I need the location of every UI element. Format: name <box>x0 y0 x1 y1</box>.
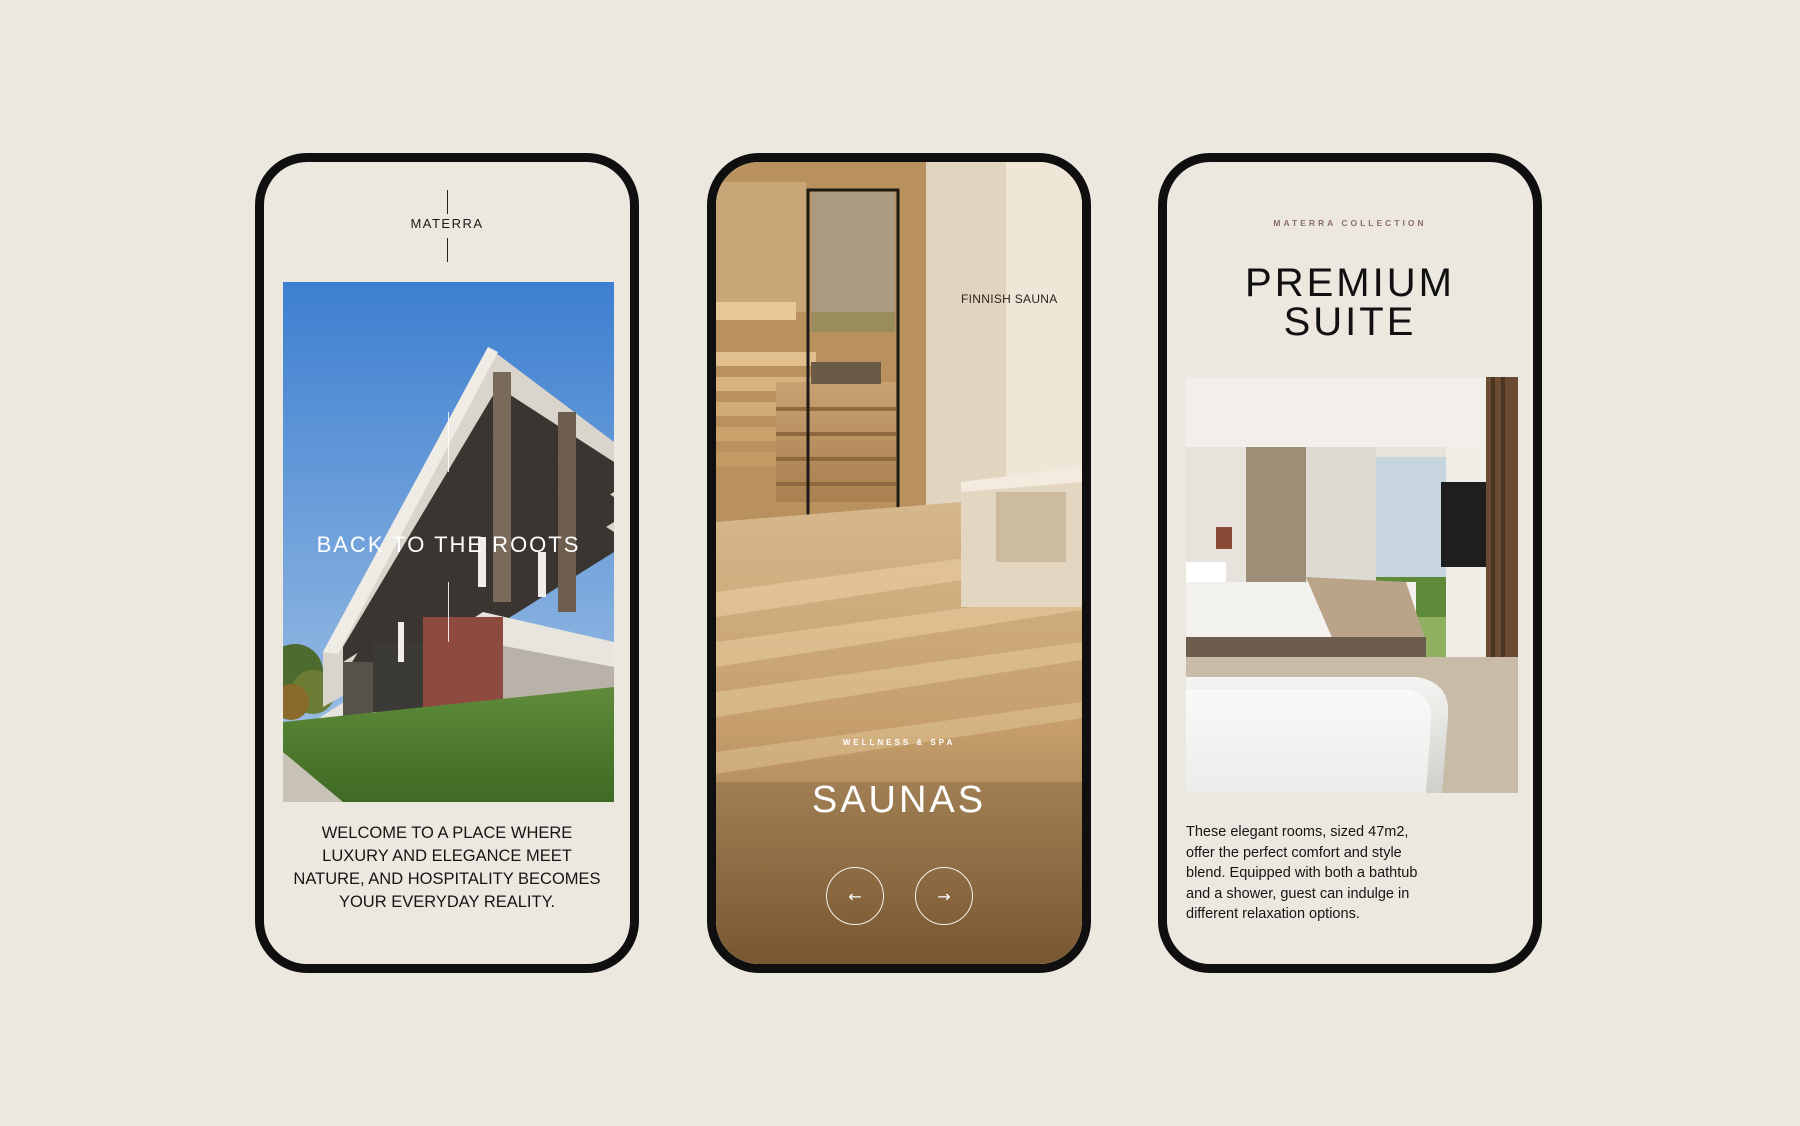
hero-divider-bottom <box>448 582 449 642</box>
next-button[interactable]: → <box>915 867 973 925</box>
arrow-right-icon: → <box>937 886 951 906</box>
logo-divider-bottom <box>447 238 448 262</box>
welcome-line: NATURE, AND HOSPITALITY BECOMES <box>293 870 601 888</box>
description-line: and a shower, guest can indulge in <box>1186 885 1410 902</box>
sauna-image <box>716 162 1082 964</box>
phone-screen-saunas: FINNISH SAUNA WELLNESS & SPA SAUNAS ← → <box>707 153 1091 973</box>
description-line: blend. Equipped with both a bathtub <box>1186 865 1418 881</box>
previous-button[interactable]: ← <box>826 867 884 925</box>
logo-divider-top <box>447 190 448 214</box>
welcome-line: LUXURY AND ELEGANCE MEET <box>322 847 572 865</box>
welcome-line: WELCOME TO A PLACE WHERE <box>321 824 573 842</box>
suite-title-line: SUITE <box>1283 300 1417 344</box>
arrow-left-icon: ← <box>848 886 862 906</box>
suite-title-line: PREMIUM <box>1245 261 1455 305</box>
section-eyebrow: WELLNESS & SPA <box>842 738 956 747</box>
suite-description: These elegant rooms, sized 47m2, offer t… <box>1186 822 1446 925</box>
suite-title: PREMIUM SUITE <box>1167 261 1533 344</box>
collection-eyebrow: MATERRA COLLECTION <box>1273 218 1427 228</box>
welcome-line: YOUR EVERYDAY REALITY. <box>338 893 556 911</box>
hero-title: BACK TO THE ROOTS <box>316 532 581 557</box>
phone-screen-home: MATERRA BACK TO THE ROOTS WELCOME TO A P… <box>255 153 639 973</box>
description-line: offer the perfect comfort and style <box>1186 844 1402 861</box>
description-line: different relaxation options. <box>1186 906 1360 922</box>
hero-divider-top <box>448 412 449 472</box>
brand-logo[interactable]: MATERRA <box>264 216 630 231</box>
sauna-illustration <box>716 162 1082 964</box>
room-illustration <box>1186 377 1518 793</box>
description-line: These elegant rooms, sized 47m2, <box>1186 824 1409 840</box>
phone-screen-suite: MATERRA COLLECTION PREMIUM SUITE These e… <box>1158 153 1542 973</box>
suite-room-image <box>1186 377 1518 793</box>
hotel-building-image: BACK TO THE ROOTS <box>283 282 614 802</box>
section-title: SAUNAS <box>811 779 987 821</box>
finnish-sauna-sign: FINNISH SAUNA <box>961 292 1058 306</box>
welcome-text: WELCOME TO A PLACE WHERE LUXURY AND ELEG… <box>282 822 612 914</box>
